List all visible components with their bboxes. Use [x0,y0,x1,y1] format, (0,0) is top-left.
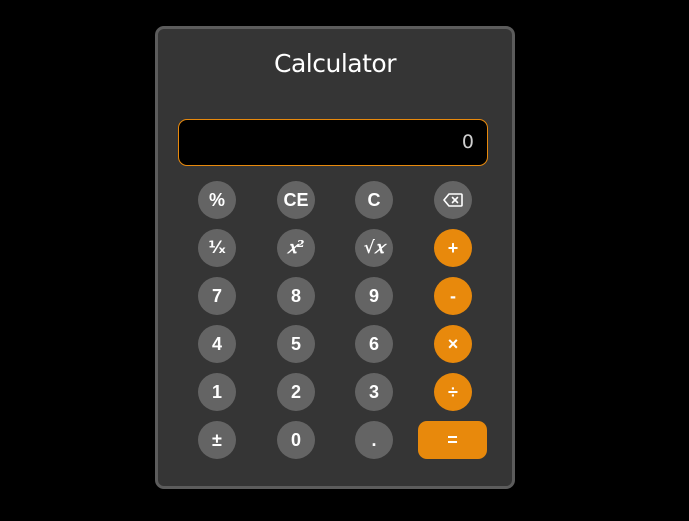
backspace-button[interactable] [434,181,472,219]
multiply-button[interactable]: × [434,325,472,363]
digit-4-button[interactable]: 4 [198,325,236,363]
digit-0-button[interactable]: 0 [277,421,315,459]
clear-entry-button[interactable]: CE [277,181,315,219]
display-readout: 0 [178,119,488,166]
digit-2-button[interactable]: 2 [277,373,315,411]
digit-9-button[interactable]: 9 [355,277,393,315]
subtract-button[interactable]: - [434,277,472,315]
divide-button[interactable]: ÷ [434,373,472,411]
digit-8-button[interactable]: 8 [277,277,315,315]
square-root-button[interactable]: √𝑥 [355,229,393,267]
digit-7-button[interactable]: 7 [198,277,236,315]
reciprocal-button[interactable]: ¹⁄ₓ [198,229,236,267]
equals-button[interactable]: = [418,421,487,459]
square-button[interactable]: 𝑥² [277,229,315,267]
digit-5-button[interactable]: 5 [277,325,315,363]
digit-3-button[interactable]: 3 [355,373,393,411]
calculator-title: Calculator [274,49,396,78]
calculator-panel: Calculator 0 % CE C ¹⁄ₓ 𝑥² √𝑥 + 7 8 9 - … [155,26,515,489]
digit-1-button[interactable]: 1 [198,373,236,411]
add-button[interactable]: + [434,229,472,267]
decimal-button[interactable]: . [355,421,393,459]
backspace-icon [443,193,463,207]
percent-button[interactable]: % [198,181,236,219]
digit-6-button[interactable]: 6 [355,325,393,363]
clear-button[interactable]: C [355,181,393,219]
negate-button[interactable]: ± [198,421,236,459]
